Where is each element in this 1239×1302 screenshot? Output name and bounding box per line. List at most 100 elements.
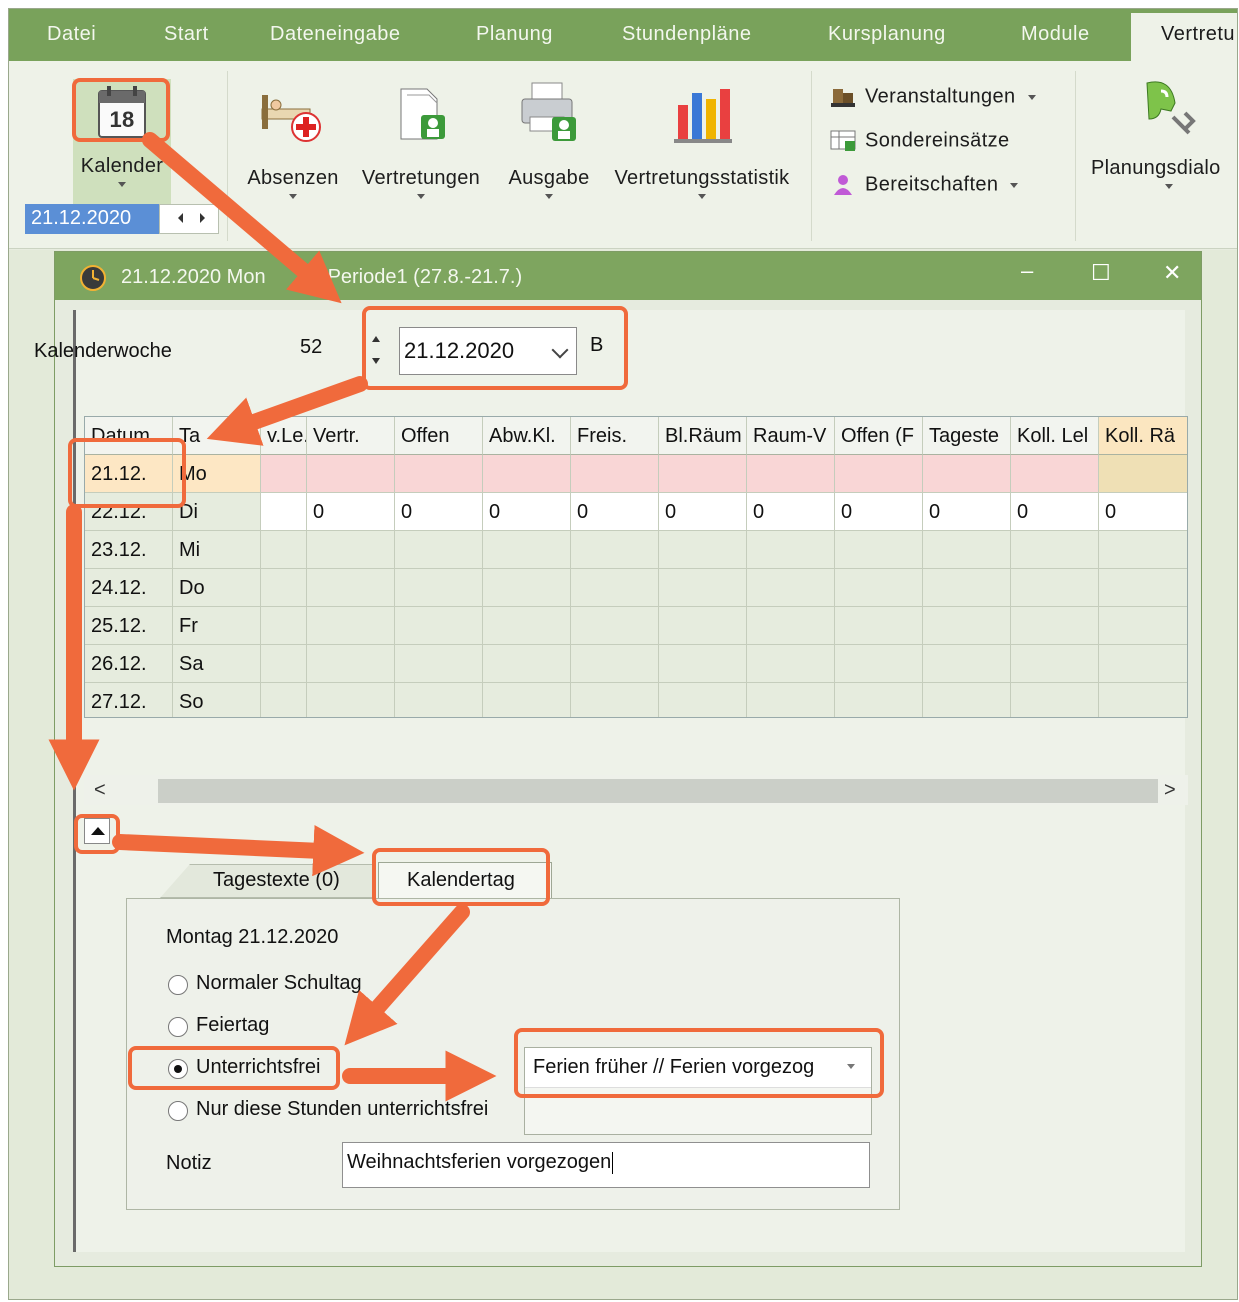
col-header[interactable]: Vertr. [307,417,395,455]
table-cell[interactable]: 0 [307,493,395,531]
table-cell[interactable] [747,569,835,607]
table-row[interactable]: 26.12. Sa [85,645,1187,683]
table-cell[interactable] [307,531,395,569]
table-cell[interactable]: 24.12. [85,569,173,607]
table-cell[interactable] [571,455,659,493]
table-cell[interactable] [1099,455,1187,493]
table-cell[interactable] [395,607,483,645]
sondereinsaetze-button[interactable]: Sondereinsätze [829,129,1010,153]
scroll-left-icon[interactable]: < [94,779,106,802]
minimize-button[interactable]: – [1021,258,1033,284]
next-day-icon[interactable] [200,213,205,223]
table-cell[interactable] [1011,531,1099,569]
table-cell[interactable] [659,455,747,493]
planungsdialog-button[interactable]: Planungsdialo [1091,77,1237,189]
tab-datei[interactable]: Datei [47,23,96,46]
table-cell[interactable] [923,531,1011,569]
col-header[interactable]: Koll. Rä [1099,417,1187,455]
table-cell[interactable] [1099,645,1187,683]
table-cell[interactable]: Fr [173,607,261,645]
tab-start[interactable]: Start [164,23,209,46]
table-cell[interactable] [571,683,659,717]
table-cell[interactable]: 0 [483,493,571,531]
table-cell[interactable] [307,645,395,683]
table-cell[interactable] [483,683,571,717]
radio-normaler-schultag[interactable] [168,975,188,995]
tab-vertretungsplanung[interactable]: Vertretu [1131,13,1237,63]
tab-stundenplaene[interactable]: Stundenpläne [622,23,751,46]
col-header[interactable]: Koll. Lel [1011,417,1099,455]
table-cell[interactable] [1011,607,1099,645]
notiz-input[interactable]: Weihnachtsferien vorgezogen [342,1142,870,1188]
table-cell[interactable] [1099,569,1187,607]
table-cell[interactable]: 0 [1011,493,1099,531]
table-cell[interactable] [747,531,835,569]
table-cell[interactable] [1011,455,1099,493]
absenzen-button[interactable]: Absenzen [241,85,345,199]
window-title-bar[interactable]: 21.12.2020 Mon Periode1 (27.8.-21.7.) – ☐… [55,252,1201,300]
calendar-grid[interactable]: Datum Ta v.Le. Vertr. Offen Abw.Kl. Frei… [84,416,1188,718]
table-cell[interactable] [659,569,747,607]
table-cell[interactable] [923,607,1011,645]
table-cell[interactable] [395,645,483,683]
radio-nur-stunden[interactable] [168,1101,188,1121]
col-header[interactable]: Ta [173,417,261,455]
holiday-select[interactable]: Ferien früher // Ferien vorgezog [524,1047,872,1135]
col-header[interactable]: Offen [395,417,483,455]
table-cell[interactable] [747,645,835,683]
table-cell[interactable] [571,569,659,607]
table-row[interactable]: 23.12. Mi [85,531,1187,569]
table-cell[interactable] [835,683,923,717]
collapse-panel-button[interactable] [84,818,110,844]
table-cell[interactable]: 0 [571,493,659,531]
table-cell[interactable] [571,645,659,683]
table-cell[interactable] [395,569,483,607]
table-cell[interactable] [923,569,1011,607]
table-cell[interactable]: 27.12. [85,683,173,717]
table-cell[interactable] [261,531,307,569]
table-cell[interactable] [923,683,1011,717]
table-cell[interactable]: Mi [173,531,261,569]
holiday-select-value[interactable]: Ferien früher // Ferien vorgezog [525,1048,871,1088]
table-cell[interactable] [483,569,571,607]
table-cell[interactable] [747,455,835,493]
vertretungsstatistik-button[interactable]: Vertretungsstatistik [597,85,807,199]
table-cell[interactable] [747,607,835,645]
table-cell[interactable] [307,607,395,645]
table-cell[interactable] [923,455,1011,493]
table-row[interactable]: 22.12. Di 0 0 0 0 0 0 0 0 0 0 [85,493,1187,531]
table-cell[interactable] [1099,607,1187,645]
ausgabe-button[interactable]: Ausgabe [497,79,601,199]
table-cell[interactable]: 0 [923,493,1011,531]
table-cell[interactable] [261,683,307,717]
tab-planung[interactable]: Planung [476,23,553,46]
col-header[interactable]: Bl.Räum [659,417,747,455]
table-cell[interactable] [1011,645,1099,683]
table-cell[interactable] [747,683,835,717]
table-row[interactable]: 25.12. Fr [85,607,1187,645]
bereitschaften-button[interactable]: Bereitschaften [829,173,1019,197]
table-row[interactable]: 27.12. So [85,683,1187,717]
table-cell[interactable] [659,645,747,683]
table-cell[interactable] [571,607,659,645]
scroll-right-icon[interactable]: > [1164,779,1176,802]
tab-module[interactable]: Module [1021,23,1090,46]
previous-day-icon[interactable] [178,213,183,223]
veranstaltungen-button[interactable]: Veranstaltungen [829,85,1036,109]
col-header[interactable]: Datum [85,417,173,455]
date-spinner[interactable] [366,330,386,370]
ribbon-date-stepper[interactable] [159,204,219,234]
table-cell[interactable] [483,455,571,493]
table-cell[interactable]: Mo [173,455,261,493]
tab-dateneingabe[interactable]: Dateneingabe [270,23,401,46]
horizontal-scrollbar[interactable]: < > [84,775,1188,805]
table-cell[interactable] [835,645,923,683]
radio-feiertag[interactable] [168,1017,188,1037]
radio-unterrichtsfrei-label[interactable]: Unterrichtsfrei [196,1056,320,1079]
table-cell[interactable] [483,531,571,569]
radio-unterrichtsfrei[interactable] [168,1059,188,1079]
table-cell[interactable]: 0 [659,493,747,531]
table-cell[interactable] [395,683,483,717]
col-header[interactable]: Freis. [571,417,659,455]
ribbon-date-field[interactable]: 21.12.2020 [25,204,159,234]
